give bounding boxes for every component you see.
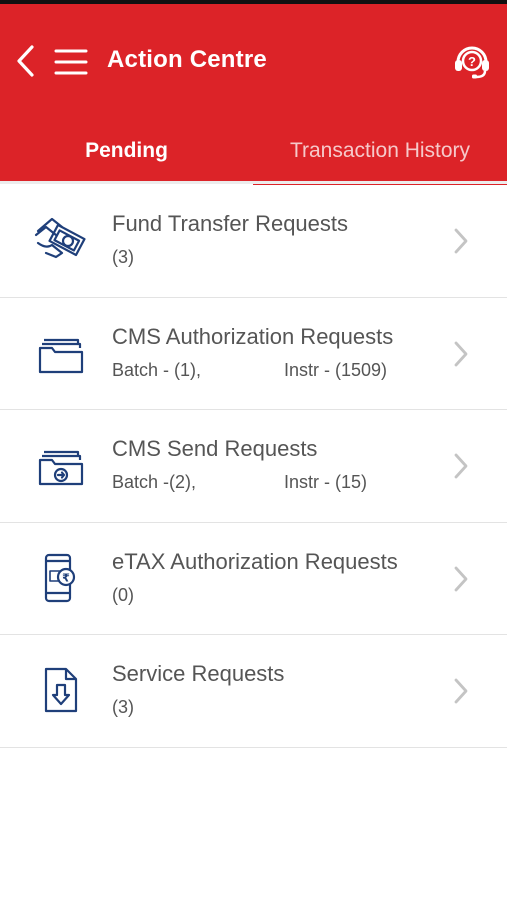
list-item-etax-authorization[interactable]: ₹ eTAX Authorization Requests (0) bbox=[0, 522, 507, 635]
folder-icon bbox=[32, 326, 90, 382]
list-item-fund-transfer[interactable]: Fund Transfer Requests (3) bbox=[0, 185, 507, 298]
tab-pending[interactable]: Pending bbox=[0, 125, 253, 185]
folder-send-icon bbox=[32, 438, 90, 494]
request-list: Fund Transfer Requests (3) CMS Authoriza… bbox=[0, 185, 507, 748]
item-batch-count: Batch -(2), bbox=[112, 472, 197, 492]
header-divider bbox=[0, 181, 507, 184]
help-button[interactable]: ? bbox=[452, 40, 492, 80]
item-title: eTAX Authorization Requests bbox=[112, 548, 398, 574]
tab-bar: Pending Transaction History bbox=[0, 125, 507, 185]
chevron-right-icon bbox=[454, 678, 468, 704]
page-title: Action Centre bbox=[107, 46, 267, 73]
chevron-right-icon bbox=[454, 228, 468, 254]
app-header: Action Centre ? Pending Transaction Hist… bbox=[0, 4, 507, 186]
svg-text:₹: ₹ bbox=[62, 571, 70, 584]
list-item-service-requests[interactable]: Service Requests (3) bbox=[0, 635, 507, 748]
item-title: CMS Send Requests bbox=[112, 436, 318, 461]
item-title: CMS Authorization Requests bbox=[112, 323, 394, 349]
chevron-left-icon bbox=[17, 45, 34, 77]
menu-button[interactable] bbox=[54, 48, 88, 76]
top-bar: Action Centre ? bbox=[0, 28, 507, 92]
headset-help-icon: ? bbox=[455, 46, 489, 79]
fund-transfer-icon bbox=[32, 213, 90, 269]
item-count: (3) bbox=[112, 697, 134, 717]
item-instr-count: Instr - (15) bbox=[284, 472, 368, 492]
chevron-right-icon bbox=[454, 453, 468, 479]
item-title: Service Requests bbox=[112, 661, 285, 686]
item-count: (3) bbox=[112, 247, 134, 267]
item-title: Fund Transfer Requests bbox=[112, 211, 349, 236]
document-download-icon bbox=[32, 663, 90, 719]
tab-transaction-history[interactable]: Transaction History bbox=[253, 125, 507, 185]
chevron-right-icon bbox=[454, 566, 468, 591]
item-count: (0) bbox=[112, 584, 134, 605]
svg-text:?: ? bbox=[468, 54, 476, 69]
mobile-tax-icon: ₹ bbox=[32, 551, 90, 607]
back-button[interactable] bbox=[12, 44, 42, 78]
chevron-right-icon bbox=[454, 341, 468, 366]
list-item-cms-send[interactable]: CMS Send Requests Batch -(2), Instr - (1… bbox=[0, 410, 507, 523]
item-batch-count: Batch - (1), bbox=[112, 359, 202, 380]
hamburger-menu-icon bbox=[54, 49, 88, 75]
item-instr-count: Instr - (1509) bbox=[284, 359, 388, 380]
list-item-cms-authorization[interactable]: CMS Authorization Requests Batch - (1), … bbox=[0, 297, 507, 410]
